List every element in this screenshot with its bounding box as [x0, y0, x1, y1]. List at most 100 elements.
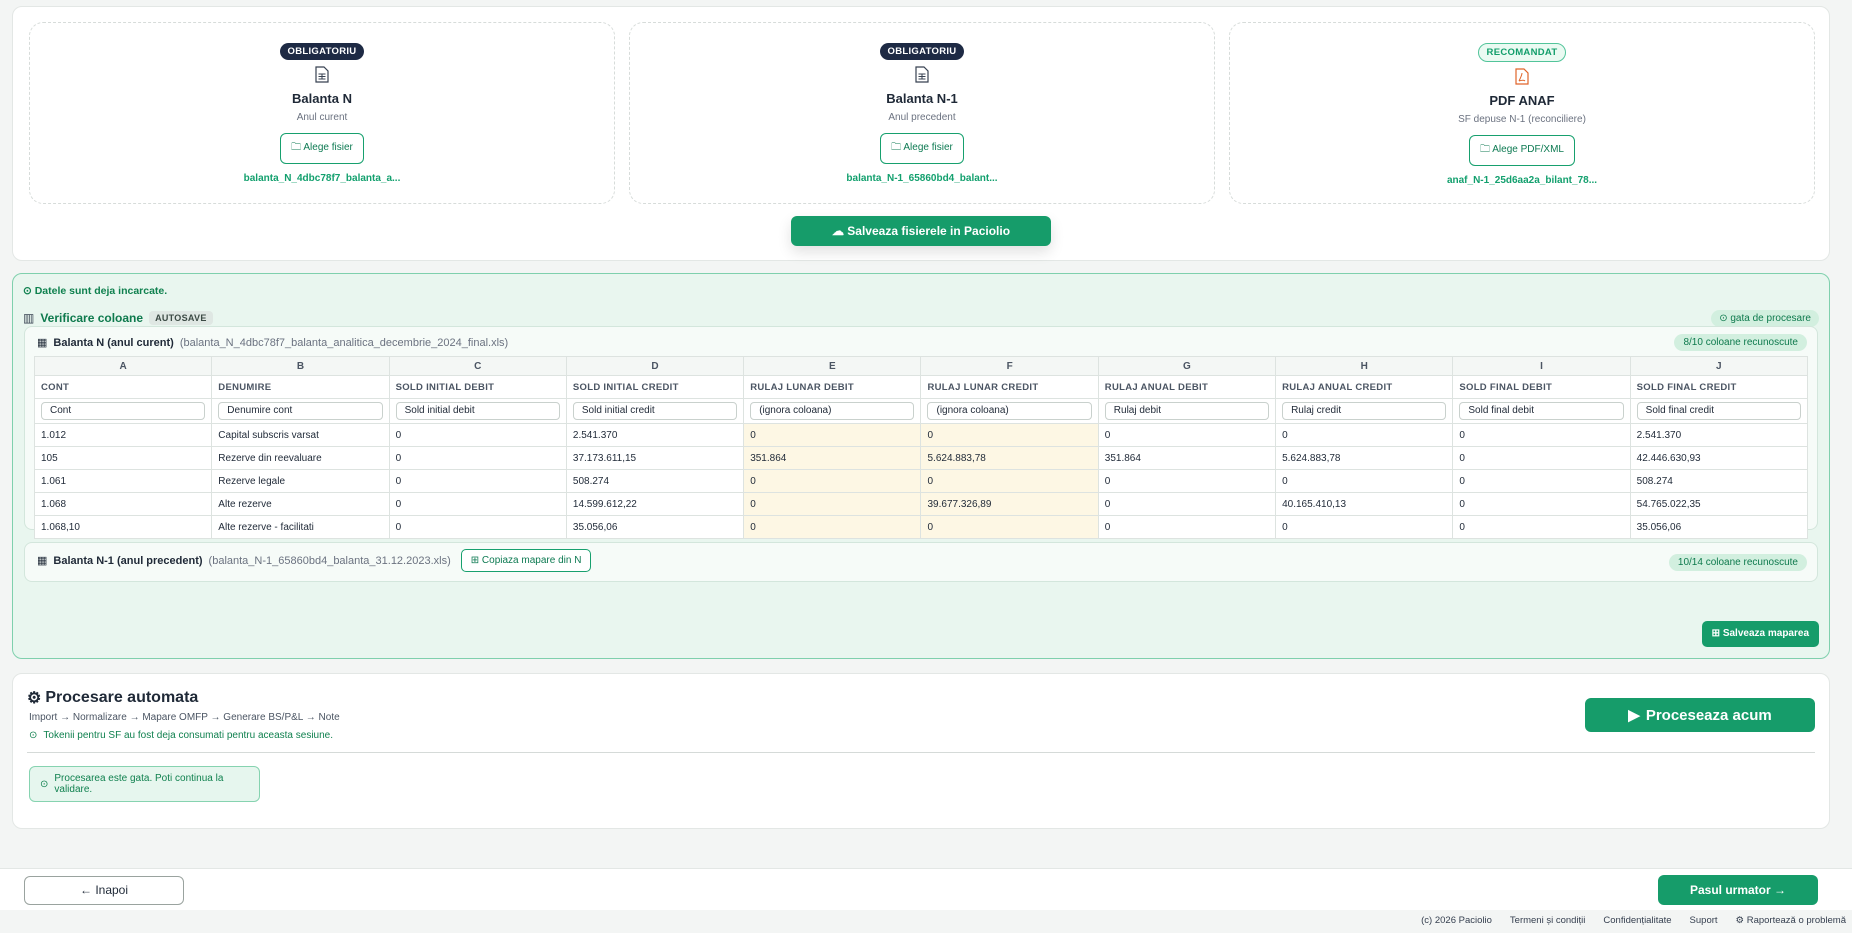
upload-slot-balanta-n1: OBLIGATORIU Balanta N-1 Anul precedent 🗀…	[629, 22, 1215, 204]
slot-subtitle: SF depuse N-1 (reconciliere)	[1458, 114, 1586, 125]
folder-icon: 🗀	[891, 142, 904, 153]
slot-subtitle: Anul precedent	[888, 112, 956, 123]
column-header: SOLD INITIAL CREDIT	[565, 375, 745, 399]
mapping-cell: Denumire cont	[211, 398, 390, 424]
table-cell: 40.165.410,13	[1275, 492, 1454, 516]
panel-balanta-n: ▦ Balanta N (anul curent) (balanta_N_4db…	[24, 326, 1818, 539]
table-cell: Alte rezerve - facilitati	[211, 515, 390, 539]
column-letter: I	[1452, 356, 1631, 376]
table-cell: 1.012	[33, 423, 213, 447]
column-mapping-select[interactable]: (ignora coloana)	[750, 402, 915, 420]
column-mapping-select[interactable]: Denumire cont	[218, 402, 383, 420]
folder-icon: 🗀	[1480, 144, 1493, 155]
column-mapping-select[interactable]: (ignora coloana)	[927, 402, 1092, 420]
autosave-badge: AUTOSAVE	[149, 311, 213, 325]
cloud-upload-icon: ☁	[831, 224, 848, 238]
column-mapping-select[interactable]: Cont	[41, 402, 206, 420]
table-cell: 5.624.883,78	[920, 446, 1099, 470]
panel-balanta-n1: ▦ Balanta N-1 (anul precedent) (balanta_…	[24, 542, 1818, 582]
column-mapping-select[interactable]: Sold final debit	[1459, 402, 1624, 420]
play-circle-icon: ▶	[1628, 707, 1640, 724]
table-cell: 508.274	[1629, 469, 1809, 493]
choose-file-button[interactable]: 🗀 Alege fisier	[880, 133, 964, 164]
column-letter: A	[33, 356, 213, 376]
column-header: CONT	[33, 375, 213, 399]
column-mapping-select[interactable]: Rulaj debit	[1104, 402, 1270, 420]
column-mapping-select[interactable]: Sold final credit	[1636, 402, 1801, 420]
column-mapping-row: Cont Denumire cont Sold initial debit Sold …	[33, 398, 1809, 424]
check-circle-icon: ⊙	[1719, 313, 1731, 324]
table-cell: 0	[1275, 423, 1454, 447]
folder-icon: 🗀	[291, 142, 304, 153]
column-header: SOLD FINAL CREDIT	[1629, 375, 1809, 399]
table-cell: 105	[33, 446, 213, 470]
copy-mapping-button[interactable]: ⊞ Copiaza mapare din N	[460, 549, 592, 572]
processing-flow: Import → Normalizare → Mapare OMFP → Gen…	[29, 712, 340, 723]
column-mapping-select[interactable]: Sold initial credit	[572, 402, 738, 420]
table-cell: 0	[1097, 515, 1277, 539]
save-files-button[interactable]: ☁ Salveaza fisierele in Paciolio	[791, 216, 1051, 246]
support-link[interactable]: Suport	[1690, 915, 1718, 926]
table-cell: 0	[388, 446, 567, 470]
column-header: RULAJ LUNAR CREDIT	[920, 375, 1099, 399]
table-cell: 0	[743, 423, 922, 447]
table-cell: 0	[920, 469, 1099, 493]
save-mapping-button[interactable]: ⊞ Salveaza maparea	[1701, 621, 1819, 647]
back-button[interactable]: ← Inapoi	[24, 876, 184, 905]
table-cell: Alte rezerve	[211, 492, 390, 516]
check-circle-icon: ⊙	[29, 730, 38, 741]
table-cell: 0	[1452, 423, 1631, 447]
selected-filename: balanta_N_4dbc78f7_balanta_a...	[243, 173, 401, 184]
report-problem-link[interactable]: ⚙ Raportează o problemă	[1736, 915, 1846, 926]
column-letter: G	[1097, 356, 1277, 376]
tokens-consumed-message: ⊙ Tokenii pentru SF au fost deja consumat…	[29, 730, 334, 741]
verify-columns-section: ⊙ Datele sunt deja incarcate. ▥ Verifica…	[12, 273, 1830, 659]
table-cell: 0	[388, 423, 567, 447]
mapping-cell: Sold initial debit	[388, 398, 567, 424]
table-cell: 35.056,06	[565, 515, 745, 539]
table-cell: 0	[388, 515, 567, 539]
recognized-columns-badge: 10/14 coloane recunoscute	[1668, 554, 1807, 571]
mapping-cell: Sold final credit	[1629, 398, 1809, 424]
table-cell: 0	[1097, 469, 1277, 493]
column-letter: H	[1275, 356, 1454, 376]
table-row: 1.068 Alte rezerve 0 14.599.612,22 0 39.677.3…	[33, 492, 1809, 516]
gear-icon: ⚙	[27, 690, 42, 707]
privacy-link[interactable]: Confidențialitate	[1603, 915, 1671, 926]
column-mapping-table: A B C D E F G H I J CONT DENUMIRE SOLD INITIAL DEBIT…	[33, 356, 1809, 539]
column-header: SOLD FINAL DEBIT	[1452, 375, 1631, 399]
ready-status-badge: ⊙ gata de procesare	[1711, 310, 1819, 327]
column-letter: D	[565, 356, 745, 376]
mapping-cell: Sold initial credit	[565, 398, 745, 424]
column-letter: C	[388, 356, 567, 376]
choose-pdf-button[interactable]: 🗀 Alege PDF/XML	[1469, 135, 1575, 166]
choose-file-button[interactable]: 🗀 Alege fisier	[280, 133, 364, 164]
spreadsheet-file-icon	[915, 66, 929, 83]
bug-icon: ⚙	[1735, 915, 1747, 926]
terms-link[interactable]: Termeni și condiții	[1510, 915, 1586, 926]
panel-filename: (balanta_N-1_65860bd4_balanta_31.12.2023…	[208, 554, 451, 567]
divider	[27, 752, 1815, 753]
table-cell: Rezerve din reevaluare	[211, 446, 390, 470]
wizard-navigation: ← Inapoi Pasul urmator →	[0, 868, 1852, 910]
column-header: RULAJ ANUAL DEBIT	[1097, 375, 1277, 399]
spreadsheet-file-icon	[315, 66, 329, 83]
table-row: 1.012 Capital subscris varsat 0 2.541.370 0 0…	[33, 423, 1809, 447]
slot-subtitle: Anul curent	[296, 112, 348, 123]
panel-filename: (balanta_N_4dbc78f7_balanta_analitica_de…	[179, 336, 509, 349]
auto-processing-section: ⚙ Procesare automata Import → Normalizare…	[12, 673, 1830, 829]
column-letter: J	[1629, 356, 1809, 376]
column-mapping-select[interactable]: Rulaj credit	[1282, 402, 1447, 420]
column-header: SOLD INITIAL DEBIT	[388, 375, 567, 399]
table-cell: 0	[1452, 515, 1631, 539]
next-step-button[interactable]: Pasul urmator →	[1658, 875, 1818, 905]
table-cell: 0	[1275, 469, 1454, 493]
pdf-file-icon	[1515, 68, 1529, 85]
required-badge: OBLIGATORIU	[879, 43, 965, 60]
process-now-button[interactable]: ▶ Proceseaza acum	[1585, 698, 1815, 732]
column-mapping-select[interactable]: Sold initial debit	[395, 402, 560, 420]
slot-title: Balanta N	[292, 91, 352, 106]
column-letter-row: ABCDEFGHIJ	[33, 356, 1809, 376]
processing-done-alert: ⊙ Procesarea este gata. Poti continua la …	[29, 766, 260, 802]
table-cell: 0	[1097, 492, 1277, 516]
